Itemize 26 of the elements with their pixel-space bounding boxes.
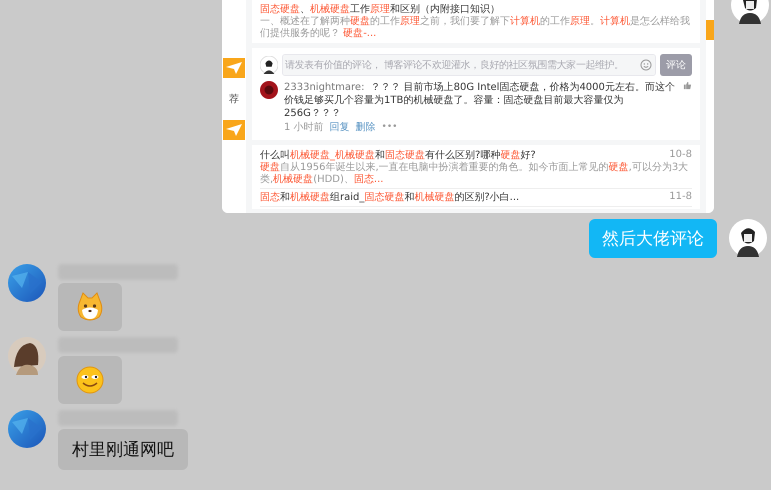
article-title[interactable]: 固态硬盘、机械硬盘工作原理和区别（内附接口知识） (260, 3, 692, 16)
avatar-icon (8, 337, 46, 375)
comment-action-link[interactable]: 删除 (356, 120, 376, 134)
dog-face-icon (75, 292, 105, 322)
avatar-icon (8, 410, 46, 448)
article-date: 10-8 (669, 149, 692, 162)
smiley-face-icon (75, 365, 105, 395)
article-title[interactable]: 什么叫机械硬盘_机械硬盘和固态硬盘有什么区别?哪种硬盘好? (260, 149, 536, 162)
message-bubble: 然后大佬评论 (589, 219, 717, 258)
article-title[interactable]: 固态和机械硬盘组raid_固态硬盘和机械硬盘的区别?小白... (260, 191, 520, 204)
comment-text: 2333nightmare: ？？？ 目前市场上80G Intel固态硬盘，价格为4000元左右。而这个价钱足够买几个容量为1TB的机械硬盘了。容量：固态硬盘目前最大容量仅为256G？？？ (284, 81, 676, 120)
avatar-icon (729, 219, 767, 257)
sidebar-label: 荐 (229, 92, 239, 106)
message-bubble: 村里刚通网吧 (58, 429, 188, 470)
comment-time: 1 小时前 (284, 120, 324, 134)
avatar-icon (260, 56, 278, 74)
article-snippet: 一、概述在了解两种硬盘的工作原理之前，我们要了解下计算机的工作原理。计算机是怎么样给我们提供服务的呢？ 硬盘-... (260, 16, 691, 40)
comment-action-link[interactable]: 回复 (330, 120, 350, 134)
more-options[interactable]: ••• (382, 122, 398, 132)
emoji-icon[interactable] (640, 59, 652, 71)
article-snippet: 硬盘自从1956年诞生以来,一直在电脑中扮演着重要的角色。如今市面上常见的硬盘,可以分为3大类,机械硬盘(HDD)、固态... (260, 162, 690, 186)
comment-button[interactable]: 评论 (660, 54, 692, 76)
thumbs-up-icon[interactable] (683, 81, 692, 90)
avatar-icon (8, 264, 46, 302)
article-date: 11-8 (669, 191, 692, 204)
avatar-icon (260, 81, 278, 99)
